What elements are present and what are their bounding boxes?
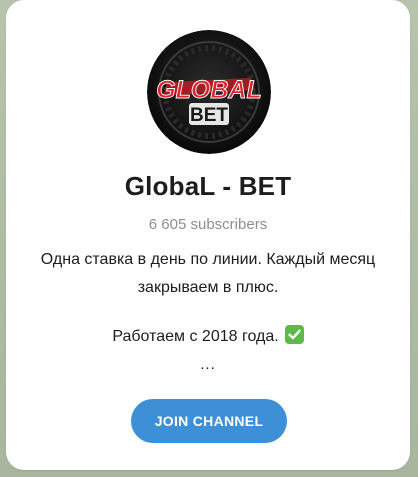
channel-description: Одна ставка в день по линии. Каждый меся… [26, 246, 390, 302]
channel-avatar: GLOBAL BET [147, 30, 271, 154]
description-line: Одна ставка в день по линии. Каждый меся… [40, 251, 376, 268]
check-mark-button-icon [284, 325, 304, 344]
channel-card: GLOBAL BET GlobaL - BET 6 605 subscriber… [6, 0, 410, 470]
globalbet-logo: GLOBAL BET [147, 30, 271, 154]
since-line: Работаем с 2018 года. [6, 325, 410, 349]
subscriber-count: 6 605 subscribers [148, 216, 268, 233]
description-line: закрываем в плюс. [137, 279, 279, 296]
telegram-channel-preview: GLOBAL BET GlobaL - BET 6 605 subscriber… [0, 0, 418, 477]
join-channel-button[interactable]: JOIN CHANNEL [131, 399, 287, 443]
channel-title: GlobaL - BET [124, 171, 292, 201]
since-text: Работаем с 2018 года. [112, 328, 279, 345]
more-indicator: ... [200, 356, 216, 373]
logo-text-top: GLOBAL [156, 76, 262, 104]
logo-text-bottom: BET [190, 105, 228, 126]
